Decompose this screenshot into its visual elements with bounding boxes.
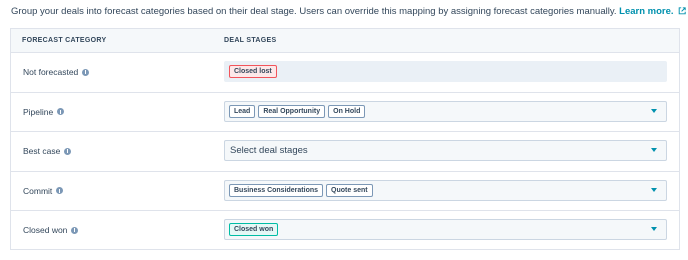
- forecast-category-table: FORECAST CATEGORY DEAL STAGES Not foreca…: [10, 28, 680, 250]
- deal-stage-tag: On Hold: [328, 104, 366, 118]
- intro-text: Group your deals into forecast categorie…: [11, 6, 686, 18]
- learn-more-link[interactable]: Learn more.: [619, 6, 673, 17]
- info-icon[interactable]: [71, 226, 79, 234]
- category-label: Closed won: [23, 225, 68, 235]
- deal-stages-select-not-forecasted: Closed lost: [224, 61, 667, 82]
- deal-stage-tag: Closed lost: [229, 65, 277, 78]
- caret-down-icon[interactable]: [651, 187, 657, 192]
- deal-stages-select-pipeline[interactable]: Lead Real Opportunity On Hold: [224, 100, 667, 122]
- table-row-closed-won: Closed won Closed won: [11, 211, 679, 251]
- table-row-best-case: Best case Select deal stages: [11, 132, 679, 172]
- table-row-not-forecasted: Not forecasted Closed lost: [11, 53, 679, 93]
- table-row-commit: Commit Business Considerations Quote sen…: [11, 172, 679, 211]
- deal-stage-tag: Business Considerations: [229, 183, 324, 197]
- category-label: Pipeline: [23, 106, 54, 117]
- header-forecast-category: FORECAST CATEGORY: [22, 37, 107, 44]
- info-icon[interactable]: [64, 147, 72, 155]
- category-label: Best case: [23, 146, 61, 156]
- deal-stage-tag: Lead: [229, 104, 256, 118]
- info-icon[interactable]: [56, 187, 64, 194]
- deal-stage-tag: Closed won: [229, 223, 279, 236]
- category-label: Not forecasted: [23, 67, 79, 77]
- category-cell: Not forecasted: [23, 67, 90, 77]
- caret-down-icon[interactable]: [651, 227, 657, 231]
- deal-stages-select-closed-won[interactable]: Closed won: [224, 219, 667, 240]
- external-link-icon[interactable]: [678, 7, 686, 15]
- table-row-pipeline: Pipeline Lead Real Opportunity On Hold: [11, 93, 679, 132]
- category-cell: Commit: [23, 185, 64, 196]
- header-deal-stages: DEAL STAGES: [224, 37, 277, 44]
- category-cell: Pipeline: [23, 106, 65, 117]
- select-placeholder: Select deal stages: [230, 145, 308, 156]
- info-icon[interactable]: [82, 68, 90, 76]
- category-label: Commit: [23, 185, 53, 196]
- caret-down-icon[interactable]: [651, 148, 657, 152]
- deal-stages-select-best-case[interactable]: Select deal stages: [224, 140, 667, 161]
- table-header: FORECAST CATEGORY DEAL STAGES: [11, 29, 679, 53]
- category-cell: Best case: [23, 146, 72, 156]
- category-cell: Closed won: [23, 225, 79, 235]
- deal-stage-tag: Real Opportunity: [258, 104, 326, 118]
- deal-stage-tag: Quote sent: [326, 183, 373, 197]
- deal-stages-select-commit[interactable]: Business Considerations Quote sent: [224, 179, 667, 201]
- caret-down-icon[interactable]: [651, 108, 657, 113]
- info-icon[interactable]: [57, 108, 65, 115]
- intro-description: Group your deals into forecast categorie…: [11, 6, 617, 17]
